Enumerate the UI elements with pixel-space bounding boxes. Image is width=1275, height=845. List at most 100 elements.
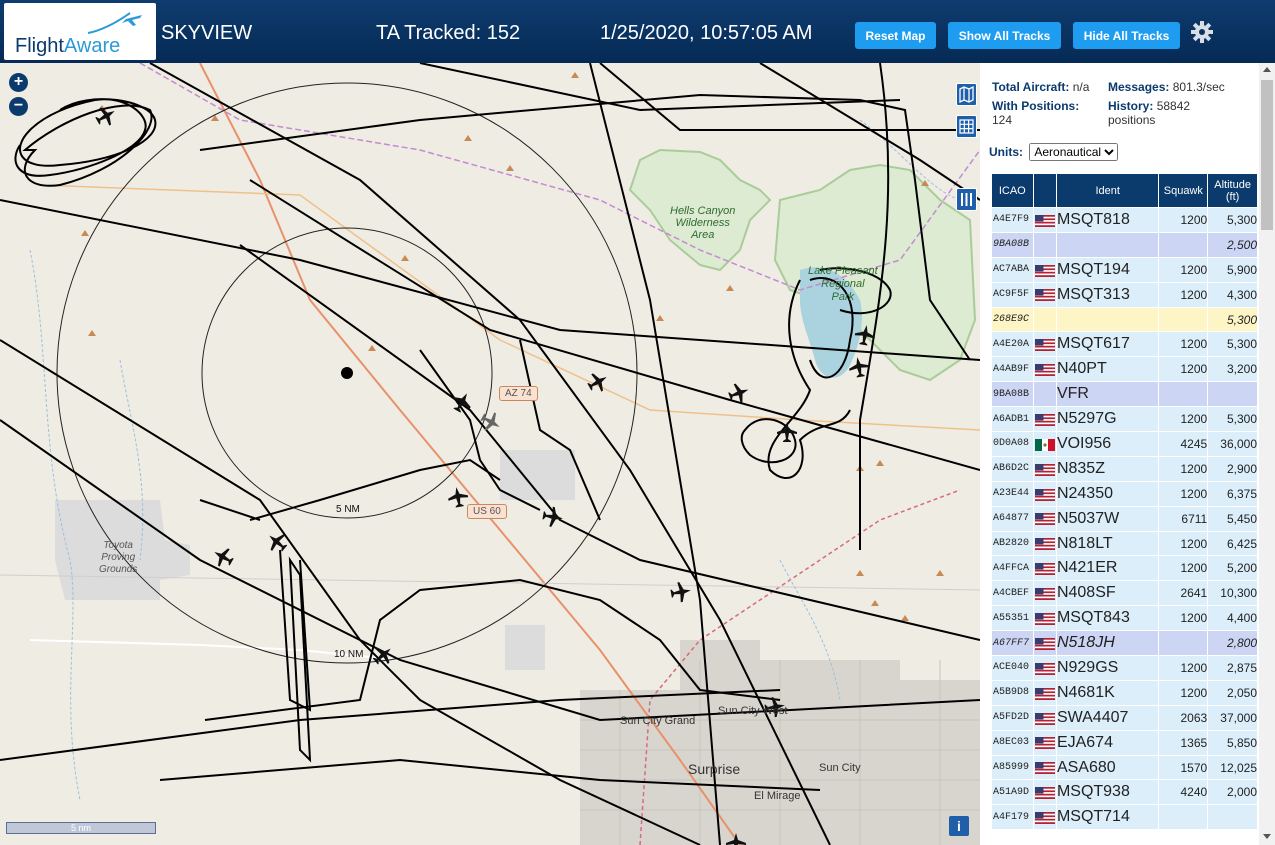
cell-squawk: 1200 — [1159, 208, 1208, 232]
cell-flag — [1033, 208, 1056, 232]
table-row[interactable]: A4FFCA N421ER 1200 5,200 — [992, 556, 1257, 581]
table-row[interactable]: AB6D2C N835Z 1200 2,900 — [992, 456, 1257, 481]
cell-squawk: 1200 — [1159, 656, 1208, 680]
units-select[interactable]: Aeronautical — [1029, 143, 1119, 161]
map-canvas[interactable]: Hells Canyon Wilderness Area Lake Pleasa… — [0, 63, 980, 845]
flightaware-logo[interactable]: FlightAware — [4, 3, 156, 60]
cell-ident: MSQT617 — [1056, 332, 1159, 357]
panel-scrollbar[interactable] — [1259, 63, 1275, 845]
table-row[interactable]: A23E44 N24350 1200 6,375 — [992, 481, 1257, 506]
ring-label-5nm: 5 NM — [336, 504, 360, 515]
show-all-tracks-button[interactable]: Show All Tracks — [948, 22, 1061, 49]
cell-squawk — [1159, 805, 1208, 830]
cell-icao: A23E44 — [992, 481, 1033, 506]
cell-altitude: 4,400 — [1208, 606, 1257, 631]
col-ident[interactable]: Ident — [1056, 174, 1159, 207]
cell-squawk: 1200 — [1159, 357, 1208, 382]
table-row[interactable]: A6ADB1 N5297G 1200 5,300 — [992, 407, 1257, 432]
cell-icao: A4E20A — [992, 332, 1033, 357]
cell-flag — [1033, 382, 1056, 407]
cell-icao: 0D0A08 — [992, 432, 1033, 456]
us-flag-icon — [1034, 687, 1055, 700]
hide-all-tracks-button[interactable]: Hide All Tracks — [1073, 22, 1180, 49]
table-row[interactable]: 9BA08B VFR — [992, 382, 1257, 407]
cell-icao: A55351 — [992, 606, 1033, 631]
zoom-out-button[interactable]: − — [9, 97, 28, 116]
table-row[interactable]: A4E7F9 MSQT818 1200 5,300 — [992, 208, 1257, 232]
gear-icon[interactable] — [1190, 20, 1214, 44]
cell-icao: A51A9D — [992, 780, 1033, 805]
units-control: Units: Aeronautical — [989, 143, 1119, 161]
cell-altitude: 3,200 — [1208, 357, 1257, 382]
cell-squawk: 1200 — [1159, 606, 1208, 631]
column-toggle-button[interactable] — [956, 188, 977, 211]
table-row[interactable]: A4E20A MSQT617 1200 5,300 — [992, 332, 1257, 357]
cell-icao: A5B9D8 — [992, 680, 1033, 705]
us-flag-icon — [1034, 737, 1055, 750]
cell-ident: ASA680 — [1056, 755, 1159, 780]
cell-flag — [1033, 506, 1056, 531]
grid-toggle-button[interactable] — [956, 115, 977, 138]
cell-flag — [1033, 407, 1056, 432]
reset-map-button[interactable]: Reset Map — [855, 22, 936, 49]
table-row[interactable]: A51A9D MSQT938 4240 2,000 — [992, 780, 1257, 805]
cell-ident: N4681K — [1056, 680, 1159, 705]
cell-flag — [1033, 606, 1056, 631]
cell-icao: A67FF7 — [992, 631, 1033, 656]
col-icao[interactable]: ICAO — [992, 174, 1033, 207]
table-row[interactable]: 0D0A08 VOI956 4245 36,000 — [992, 432, 1257, 456]
cell-squawk — [1159, 382, 1208, 407]
table-row[interactable]: A64877 N5037W 6711 5,450 — [992, 506, 1257, 531]
total-aircraft-stat: Total Aircraft: n/a — [992, 80, 1090, 94]
map-layers-button[interactable] — [956, 83, 977, 106]
col-squawk[interactable]: Squawk — [1159, 174, 1208, 207]
cell-altitude: 2,800 — [1208, 631, 1257, 656]
table-row[interactable]: AC7ABA MSQT194 1200 5,900 — [992, 257, 1257, 282]
col-altitude[interactable]: Altitude (ft) — [1208, 174, 1257, 207]
table-row[interactable]: A5B9D8 N4681K 1200 2,050 — [992, 680, 1257, 705]
cell-squawk: 1200 — [1159, 456, 1208, 481]
table-row[interactable]: A4F179 MSQT714 — [992, 805, 1257, 830]
zoom-in-button[interactable]: + — [9, 73, 28, 92]
info-button[interactable]: i — [949, 816, 969, 836]
table-row[interactable]: A4AB9F N40PT 1200 3,200 — [992, 357, 1257, 382]
scroll-down-arrow[interactable] — [1263, 834, 1271, 839]
us-flag-icon — [1034, 488, 1055, 501]
cell-ident: MSQT313 — [1056, 282, 1159, 307]
cell-squawk: 2641 — [1159, 581, 1208, 606]
cell-altitude: 36,000 — [1208, 432, 1257, 456]
road-shield-az74: AZ 74 — [499, 386, 538, 401]
cell-altitude: 10,300 — [1208, 581, 1257, 606]
cell-altitude: 12,025 — [1208, 755, 1257, 780]
cell-flag — [1033, 257, 1056, 282]
cell-altitude — [1208, 805, 1257, 830]
cell-squawk: 4245 — [1159, 432, 1208, 456]
col-flag[interactable] — [1033, 174, 1056, 207]
scroll-thumb[interactable] — [1261, 80, 1273, 230]
table-row[interactable]: AC9F5F MSQT313 1200 4,300 — [992, 282, 1257, 307]
table-row[interactable]: A4CBEF N408SF 2641 10,300 — [992, 581, 1257, 606]
cell-squawk: 1200 — [1159, 257, 1208, 282]
cell-flag — [1033, 432, 1056, 456]
table-row[interactable]: A5FD2D SWA4407 2063 37,000 — [992, 705, 1257, 730]
table-row[interactable]: A85999 ASA680 1570 12,025 — [992, 755, 1257, 780]
cell-ident — [1056, 232, 1159, 257]
table-row[interactable]: 9BA08B 2,500 — [992, 232, 1257, 257]
table-row[interactable]: ACE040 N929GS 1200 2,875 — [992, 656, 1257, 680]
table-row[interactable]: A67FF7 N518JH 2,800 — [992, 631, 1257, 656]
cell-squawk: 6711 — [1159, 506, 1208, 531]
table-row[interactable]: A55351 MSQT843 1200 4,400 — [992, 606, 1257, 631]
cell-ident: N40PT — [1056, 357, 1159, 382]
cell-flag — [1033, 730, 1056, 755]
cell-squawk — [1159, 631, 1208, 656]
table-row[interactable]: AB2820 N818LT 1200 6,425 — [992, 531, 1257, 556]
cell-icao: A85999 — [992, 755, 1033, 780]
table-row[interactable]: A8EC03 EJA674 1365 5,850 — [992, 730, 1257, 755]
cell-squawk: 1200 — [1159, 556, 1208, 581]
cell-ident: MSQT938 — [1056, 780, 1159, 805]
cell-ident: MSQT194 — [1056, 257, 1159, 282]
cell-squawk: 2063 — [1159, 705, 1208, 730]
logo-text: FlightAware — [15, 35, 121, 57]
table-row[interactable]: 268E9C 5,300 — [992, 307, 1257, 332]
scroll-up-arrow[interactable] — [1263, 67, 1271, 72]
